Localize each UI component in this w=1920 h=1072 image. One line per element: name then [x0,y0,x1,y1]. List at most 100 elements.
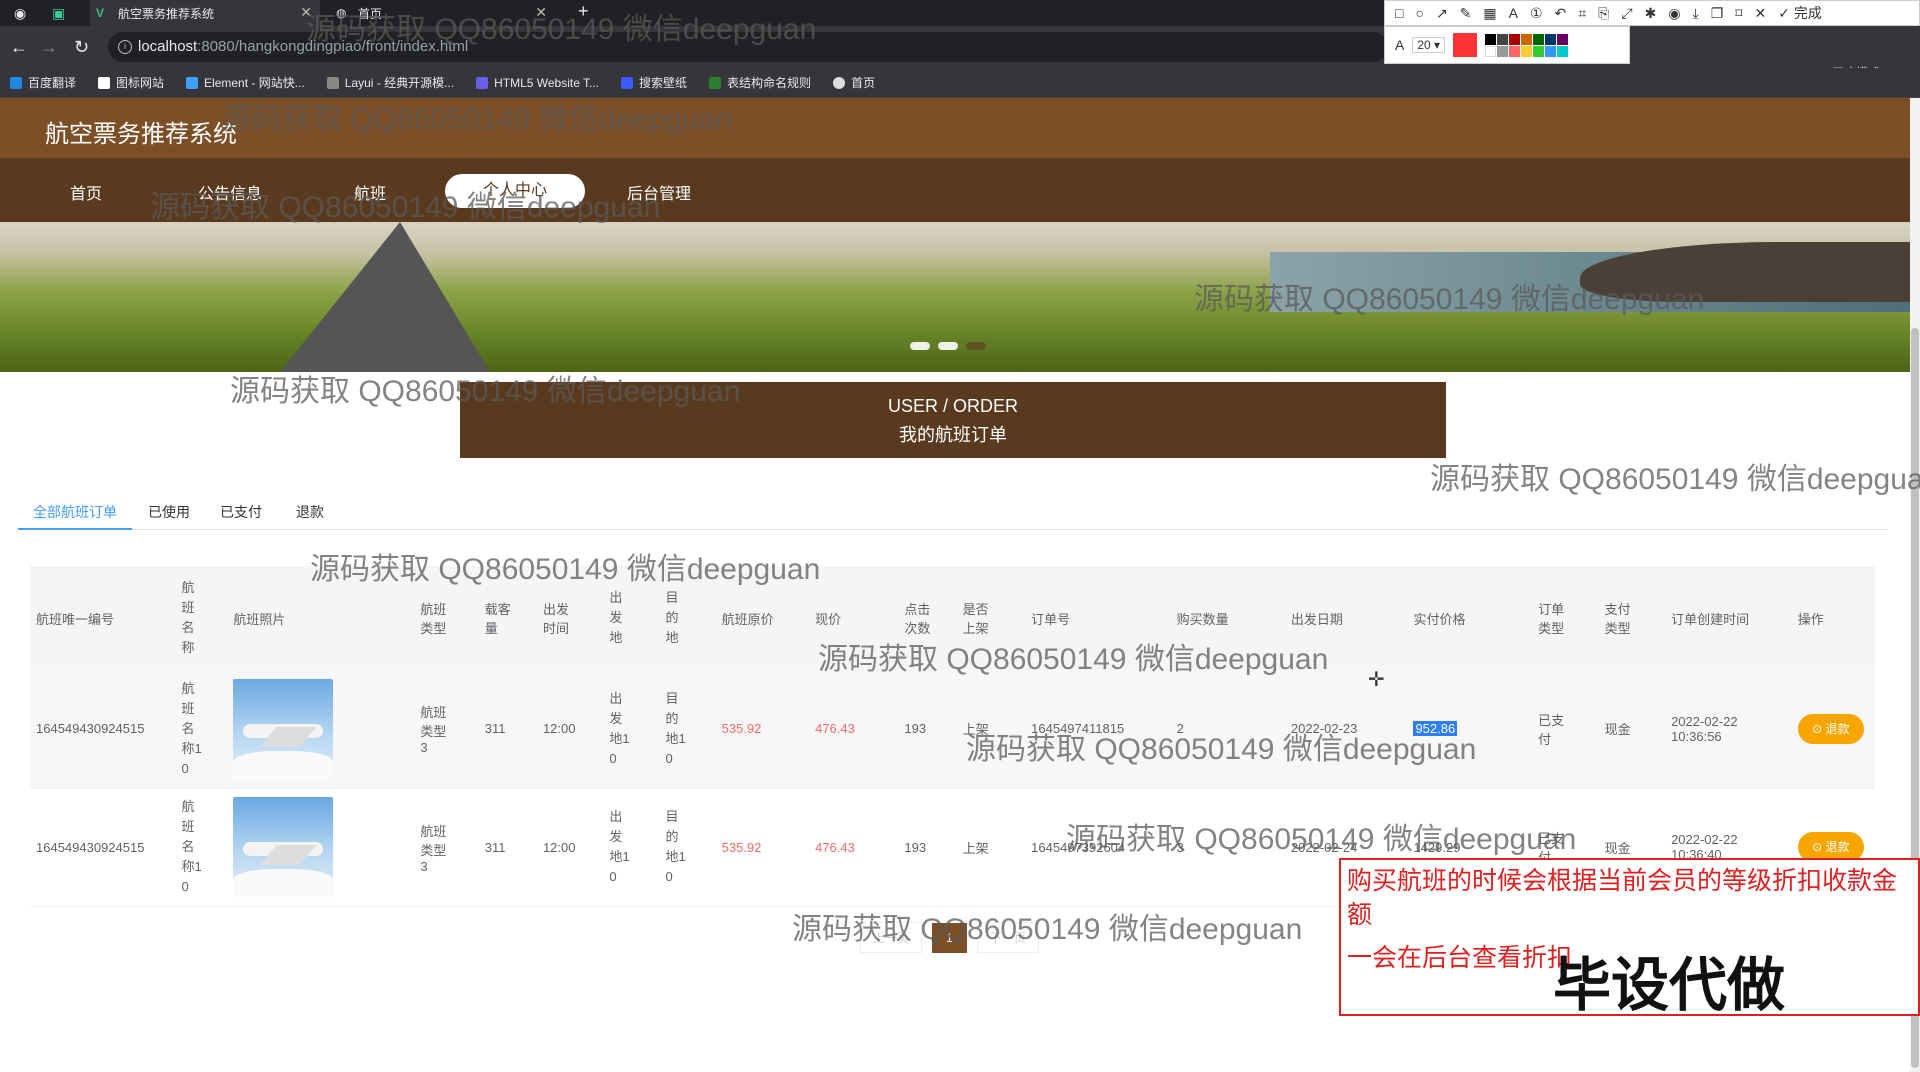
cell-to: 目的地10 [659,788,716,907]
bookmark[interactable]: 搜索壁纸 [621,74,687,91]
close-tab-icon[interactable]: ✕ [535,4,547,21]
site-header: 航空票务推荐系统 [0,98,1910,158]
ocr-icon[interactable]: ⎘ [1598,5,1609,22]
cell-pay-type: 现金 [1598,670,1666,789]
ellipse-tool-icon[interactable]: ○ [1415,5,1423,21]
bookmark[interactable]: 首页 [833,74,875,91]
nav-flights[interactable]: 航班 [354,180,386,204]
carousel-dot[interactable] [938,342,958,350]
app-icon[interactable]: ▣ [52,4,65,22]
url-input[interactable]: i localhost:8080/hangkongdingpiao/front/… [108,32,1388,62]
html5-icon [476,76,489,89]
tab-paid[interactable]: 已支付 [220,502,262,522]
bookmark[interactable]: HTML5 Website T... [476,76,599,90]
col-header: 航班照片 [227,566,415,670]
crop-icon[interactable]: ⌗ [1578,5,1586,22]
back-icon[interactable]: ← [10,38,28,56]
text-tool-icon[interactable]: A [1509,5,1518,21]
cell-status: 已支付 [1532,670,1599,789]
done-button[interactable]: ✓ 完成 [1778,3,1822,23]
cell-orig-price: 535.92 [715,788,810,907]
watermark-text: 源码获取 QQ86050149 微信deepguan [1430,463,1920,496]
number-tool-icon[interactable]: ① [1530,5,1543,22]
info-icon[interactable]: i [118,40,132,54]
undo-icon[interactable]: ↶ [1555,5,1567,22]
record-icon[interactable]: ◉ [1668,5,1680,22]
crosshair-cursor-icon: ✛ [1368,669,1385,691]
tab-flight-system[interactable]: V 航空票务推荐系统 ✕ [90,0,320,26]
tab-refund[interactable]: 退款 [296,502,324,522]
carousel-dot[interactable] [966,342,986,350]
carousel-dot[interactable] [910,342,930,350]
cell-order-no: 1645497411815 [1025,670,1171,789]
cell-date: 2022-02-23 [1284,670,1408,789]
cell-clicks: 193 [898,670,957,789]
flight-photo[interactable] [233,797,334,897]
col-header: 目的地 [659,566,716,670]
col-header: 是否上架 [956,566,1026,670]
color-palette[interactable] [1485,33,1569,57]
browser-menu-icon[interactable]: ◉ [14,4,26,22]
bookmark[interactable]: 百度翻译 [10,74,76,91]
table-header-row: 航班唯一编号 航班名称 航班照片 航班类型 载客量 出发时间 出发地 目的地 航… [30,566,1875,670]
tab-home[interactable]: ◍ 首页 ✕ [330,0,555,26]
nav-user-center[interactable]: 个人中心 [445,174,585,208]
tab-all-orders[interactable]: 全部航班订单 [33,502,117,522]
reload-icon[interactable]: ↻ [74,38,89,56]
cell-qty: 2 [1170,670,1285,789]
pen-tool-icon[interactable]: ✎ [1460,5,1472,22]
note-line-1: 购买航班的时候会根据当前会员的等级折扣收款金额 [1347,867,1898,929]
cell-flight-id: 164549430924515 [30,670,176,789]
nav-home[interactable]: 首页 [70,180,102,204]
carousel-banner [0,222,1910,372]
font-icon: A [1395,37,1405,53]
rocks-image [1580,242,1910,302]
next-page-button[interactable]: 下一页 [976,922,1039,953]
font-size-select[interactable]: 20 ▾ [1412,37,1446,53]
col-header: 实付价格 [1407,566,1533,670]
nav-announcements[interactable]: 公告信息 [198,180,262,204]
copy-icon[interactable]: ❐ [1711,5,1724,22]
cell-flight-photo [227,670,415,789]
cell-price: 476.43 [809,788,899,907]
new-tab-button[interactable]: + [578,2,589,20]
refund-button[interactable]: ⊙ 退款 [1797,713,1864,744]
flight-photo[interactable] [233,678,334,779]
bookmark-icon[interactable]: ⌑ [1735,5,1742,22]
download-icon[interactable]: ⤓ [1693,5,1699,22]
pagination: 上一页 1 下一页 [860,922,1039,953]
mosaic-tool-icon[interactable]: ▦ [1483,5,1496,22]
cell-price: 476.43 [809,670,899,789]
pin-icon[interactable]: ✱ [1645,5,1657,22]
table-row: 164549430924515 航班名称10 航班类型3 311 12:00 出… [30,670,1875,789]
bookmark[interactable]: 表结构命名规则 [709,74,811,91]
cell-from: 出发地10 [603,788,660,907]
prev-page-button[interactable]: 上一页 [860,922,923,953]
annotation-note: 购买航班的时候会根据当前会员的等级折扣收款金额 一会在后台查看折扣 毕设代做 [1339,858,1920,1018]
rect-tool-icon[interactable]: □ [1395,5,1403,21]
cell-flight-type: 航班类型3 [414,670,479,789]
globe-icon: ◍ [336,6,347,20]
current-color-swatch[interactable] [1453,33,1478,57]
bookmark[interactable]: 图标网站 [98,74,164,91]
bookmark[interactable]: Layui - 经典开源模... [326,74,454,91]
current-page[interactable]: 1 [932,922,967,953]
carousel-indicators [910,342,986,350]
bookmark[interactable]: Element - 网站快... [186,74,305,91]
col-header: 出发地 [603,566,660,670]
tab-used[interactable]: 已使用 [148,502,190,522]
promo-stamp: 毕设代做 [1553,953,1786,1018]
arrow-tool-icon[interactable]: ↗ [1436,5,1448,22]
forward-icon[interactable]: → [40,38,58,56]
cell-flight-type: 航班类型3 [414,788,479,907]
globe-icon [833,76,846,89]
orders-table: 航班唯一编号 航班名称 航班照片 航班类型 载客量 出发时间 出发地 目的地 航… [30,566,1875,907]
cell-action: ⊙ 退款 [1791,670,1875,789]
expand-icon[interactable]: ⤢ [1621,5,1632,22]
col-header: 航班类型 [414,566,479,670]
nav-admin[interactable]: 后台管理 [627,180,691,204]
close-icon[interactable]: ✕ [1754,5,1766,22]
cell-flight-id: 164549430924515 [30,788,176,907]
close-tab-icon[interactable]: ✕ [300,4,312,21]
cell-depart-time: 12:00 [536,788,604,907]
